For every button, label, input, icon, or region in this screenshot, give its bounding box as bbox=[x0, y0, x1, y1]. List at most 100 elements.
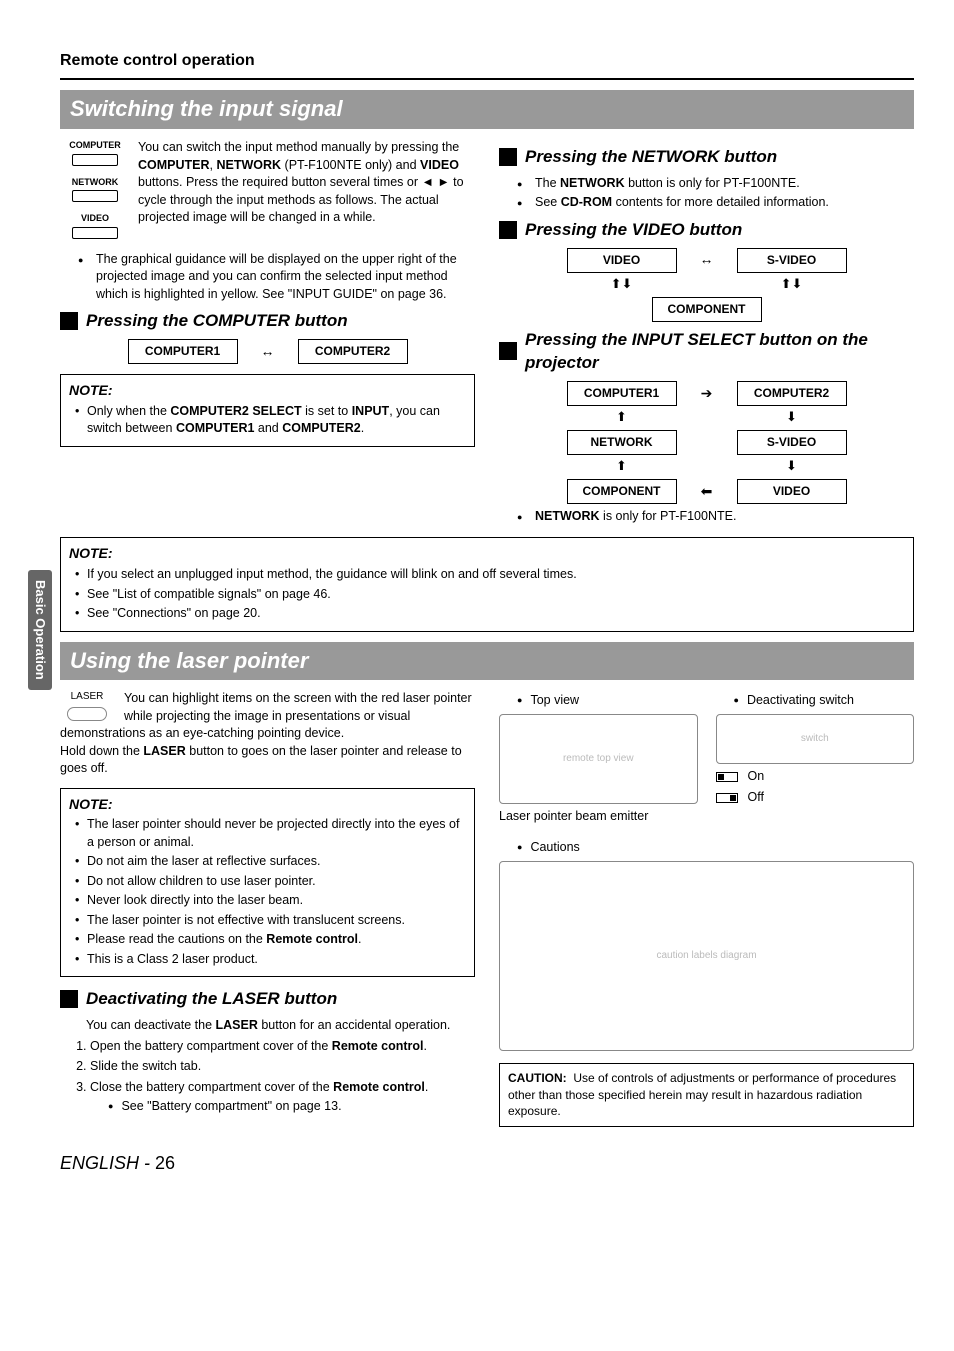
bullet-icon: ● bbox=[734, 694, 739, 707]
emitter-label: Laser pointer beam emitter bbox=[499, 808, 698, 826]
note-box-switching: NOTE: If you select an unplugged input m… bbox=[60, 537, 914, 631]
step-item: Open the battery compartment cover of th… bbox=[90, 1038, 475, 1056]
note-item: Only when the COMPUTER2 SELECT is set to… bbox=[87, 403, 466, 438]
arrow-icon: ➔ bbox=[691, 384, 723, 404]
note-item: This is a Class 2 laser product. bbox=[87, 951, 466, 969]
note-box-laser: NOTE: The laser pointer should never be … bbox=[60, 788, 475, 978]
laser-icon: LASER bbox=[60, 690, 114, 724]
flow-box: NETWORK bbox=[567, 430, 677, 455]
flow-box: COMPUTER2 bbox=[737, 381, 847, 406]
sub-h-text: Pressing the VIDEO button bbox=[525, 218, 742, 242]
arrow-icon: ⬇ bbox=[737, 457, 847, 475]
flow-box: COMPUTER1 bbox=[128, 339, 238, 364]
note-title: NOTE: bbox=[69, 381, 466, 401]
bar-laser-pointer: Using the laser pointer bbox=[60, 642, 914, 681]
flow-box: VIDEO bbox=[567, 248, 677, 273]
on-label: On bbox=[748, 768, 765, 786]
sub-h-input-select: Pressing the INPUT SELECT button on the … bbox=[499, 328, 914, 376]
top-view-label: Top view bbox=[530, 692, 579, 710]
flow-sel-r3: COMPONENT ⬅ VIDEO bbox=[499, 479, 914, 504]
block-icon bbox=[60, 312, 78, 330]
step-sub: See "Battery compartment" on page 13. bbox=[121, 1098, 341, 1116]
flow-sel-r1: COMPUTER1 ➔ COMPUTER2 bbox=[499, 381, 914, 406]
flow-box: VIDEO bbox=[737, 479, 847, 504]
sub-h-network: Pressing the NETWORK button bbox=[499, 145, 914, 169]
flow-video-up: ⬆⬇ ⬆⬇ bbox=[499, 277, 914, 293]
arrow-icon: ⬆⬇ bbox=[567, 275, 677, 293]
block-icon bbox=[499, 342, 517, 360]
note-item: Please read the cautions on the Remote c… bbox=[87, 931, 466, 949]
switch-on: On bbox=[716, 768, 915, 786]
arrow-icon: ⬇ bbox=[737, 408, 847, 426]
deact-switch-diagram: switch bbox=[716, 714, 915, 764]
remote-label-computer: COMPUTER bbox=[60, 139, 130, 152]
note-item: The laser pointer is not effective with … bbox=[87, 912, 466, 930]
switching-right-col: Pressing the NETWORK button The NETWORK … bbox=[499, 139, 914, 527]
flow-computer: COMPUTER1 ↔ COMPUTER2 bbox=[60, 339, 475, 364]
note-item: See "Connections" on page 20. bbox=[87, 605, 905, 623]
sub-h-text: Pressing the INPUT SELECT button on the … bbox=[525, 328, 914, 376]
step-item: Close the battery compartment cover of t… bbox=[90, 1079, 475, 1116]
note-item: See "List of compatible signals" on page… bbox=[87, 586, 905, 604]
remote-label-network: NETWORK bbox=[60, 176, 130, 189]
switch-off: Off bbox=[716, 789, 915, 807]
top-view-diagram: remote top view bbox=[499, 714, 698, 804]
note-title: NOTE: bbox=[69, 795, 466, 815]
switch-icon bbox=[716, 772, 738, 782]
laser-right-col: ● Top view remote top view Laser pointer … bbox=[499, 690, 914, 1127]
note-title: NOTE: bbox=[69, 544, 905, 564]
note-box-computer: NOTE: Only when the COMPUTER2 SELECT is … bbox=[60, 374, 475, 447]
arrow-icon: ⬆ bbox=[567, 408, 677, 426]
network-bullet: See CD-ROM contents for more detailed in… bbox=[535, 194, 914, 212]
off-label: Off bbox=[748, 789, 764, 807]
sub-h-video: Pressing the VIDEO button bbox=[499, 218, 914, 242]
side-tab: Basic Operation bbox=[28, 570, 52, 690]
bullet-icon: ● bbox=[517, 841, 522, 854]
flow-box: COMPONENT bbox=[567, 479, 677, 504]
caution-label: CAUTION: bbox=[508, 1071, 567, 1085]
flow-video-r2: COMPONENT bbox=[499, 297, 914, 322]
remote-button-icon bbox=[72, 227, 118, 239]
remote-button-icons: COMPUTER NETWORK VIDEO bbox=[60, 139, 130, 249]
arrow-icon: ↔ bbox=[691, 250, 723, 270]
deact-steps: Open the battery compartment cover of th… bbox=[60, 1038, 475, 1116]
laser-left-col: LASER You can highlight items on the scr… bbox=[60, 690, 475, 1127]
section-heading: Remote control operation bbox=[60, 50, 914, 72]
footer-lang: ENGLISH bbox=[60, 1153, 139, 1173]
note-item: Do not allow children to use laser point… bbox=[87, 873, 466, 891]
cautions-label: Cautions bbox=[530, 839, 579, 857]
flow-box: S-VIDEO bbox=[737, 248, 847, 273]
switching-left-col: COMPUTER NETWORK VIDEO You can switch th… bbox=[60, 139, 475, 527]
note-item: If you select an unplugged input method,… bbox=[87, 566, 905, 584]
remote-button-icon bbox=[72, 190, 118, 202]
switching-bullet: The graphical guidance will be displayed… bbox=[96, 251, 475, 304]
sub-h-text: Pressing the COMPUTER button bbox=[86, 309, 348, 333]
footer-page: 26 bbox=[155, 1153, 175, 1173]
flow-sel-a2: ⬆ ⬇ bbox=[499, 459, 914, 475]
section-rule bbox=[60, 78, 914, 80]
sub-h-text: Pressing the NETWORK button bbox=[525, 145, 777, 169]
sub-h-computer: Pressing the COMPUTER button bbox=[60, 309, 475, 333]
sub-h-text: Deactivating the LASER button bbox=[86, 987, 337, 1011]
flow-box: COMPONENT bbox=[652, 297, 762, 322]
switch-icon bbox=[716, 793, 738, 803]
arrow-icon: ↔ bbox=[252, 342, 284, 362]
cautions-diagram: caution labels diagram bbox=[499, 861, 914, 1051]
block-icon bbox=[60, 990, 78, 1008]
sub-h-deactivate: Deactivating the LASER button bbox=[60, 987, 475, 1011]
flow-box: COMPUTER2 bbox=[298, 339, 408, 364]
arrow-icon: ⬆⬇ bbox=[737, 275, 847, 293]
arrow-icon: ⬆ bbox=[567, 457, 677, 475]
deact-switch-label: Deactivating switch bbox=[747, 692, 854, 710]
remote-label-video: VIDEO bbox=[60, 212, 130, 225]
page-footer: ENGLISH - 26 bbox=[60, 1151, 914, 1176]
bullet-icon: ● bbox=[517, 694, 522, 707]
laser-button-icon bbox=[67, 707, 107, 721]
flow-sel-a1: ⬆ ⬇ bbox=[499, 410, 914, 426]
flow-box: S-VIDEO bbox=[737, 430, 847, 455]
caution-text: Use of controls of adjustments or perfor… bbox=[508, 1071, 896, 1119]
flow-video-r1: VIDEO ↔ S-VIDEO bbox=[499, 248, 914, 273]
laser-intro: You can highlight items on the screen wi… bbox=[60, 690, 475, 743]
network-bullet: The NETWORK button is only for PT-F100NT… bbox=[535, 175, 914, 193]
bullet-icon: ● bbox=[108, 1100, 113, 1113]
